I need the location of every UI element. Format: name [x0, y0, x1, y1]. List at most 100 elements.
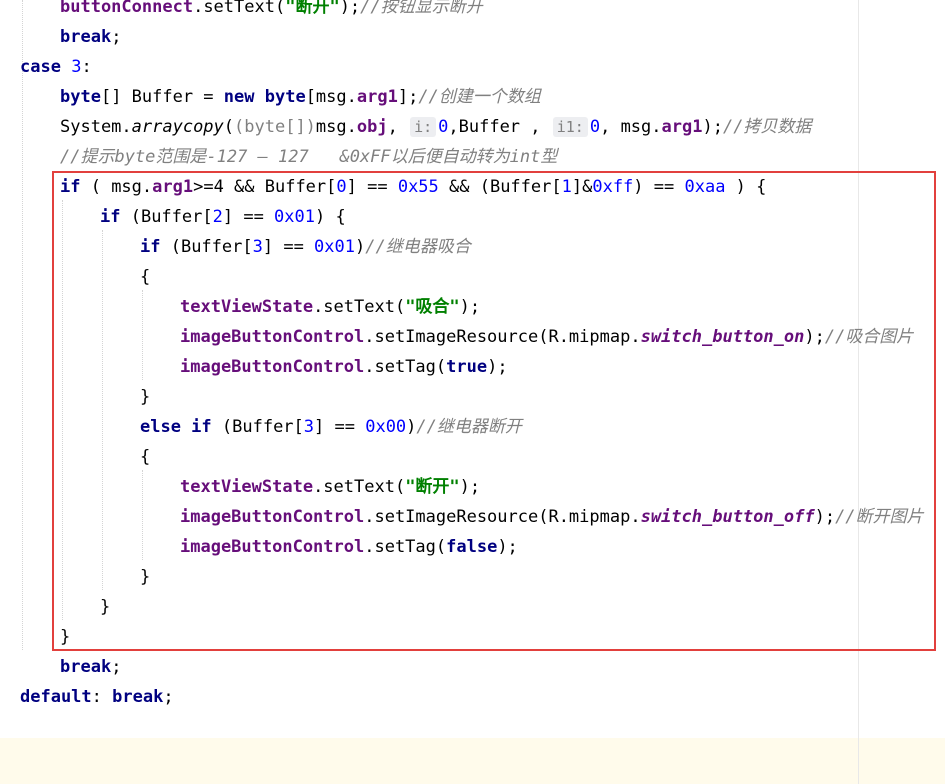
code-line[interactable]: if ( msg. arg1 >=4 && Buffer[0] == 0x55 &&…	[60, 172, 766, 202]
code-token: break	[60, 27, 112, 47]
code-token: ;	[163, 687, 174, 707]
code-token: if	[100, 207, 131, 227]
code-token: 0x00	[365, 417, 407, 437]
code-token: [msg.	[305, 87, 357, 107]
code-token: );	[459, 477, 481, 497]
code-token: );	[339, 0, 361, 17]
code-token: );	[804, 327, 825, 347]
code-line[interactable]: }	[140, 382, 150, 412]
code-token: switch_button_on	[640, 327, 805, 347]
code-token: imageButtonControl	[180, 537, 365, 557]
code-token: ] ==	[314, 417, 366, 437]
code-token: }	[60, 627, 71, 647]
code-token: }	[140, 567, 151, 587]
code-token: .setImageResource(R.mipmap.	[364, 507, 641, 527]
code-line[interactable]: }	[100, 592, 110, 622]
code-token: if	[60, 177, 91, 197]
code-token: }	[140, 387, 151, 407]
parameter-hint: i1:	[552, 117, 588, 137]
code-token: byte	[60, 87, 101, 107]
code-line[interactable]: imageButtonControl .setTag(true);	[180, 352, 508, 382]
code-line[interactable]: case 3:	[20, 52, 92, 82]
code-token: imageButtonControl	[180, 507, 365, 527]
code-line[interactable]: if (Buffer[3] == 0x01)//继电器吸合	[140, 232, 471, 262]
code-line[interactable]: }	[140, 562, 150, 592]
code-token: ,Buffer ,	[448, 117, 551, 137]
code-line[interactable]: textViewState .setText("吸合");	[180, 292, 480, 322]
code-token: && (Buffer[	[438, 177, 562, 197]
code-token: .setText(	[313, 477, 406, 497]
code-token: //创建一个数组	[418, 87, 541, 107]
code-token: ,	[387, 117, 409, 137]
code-token: //继电器吸合	[365, 237, 471, 257]
code-token: "吸合"	[405, 297, 460, 317]
code-token: ] ==	[346, 177, 398, 197]
code-token: //断开图片	[835, 507, 924, 527]
code-token: .setImageResource(R.mipmap.	[364, 327, 641, 347]
code-token: buttonConnect	[60, 0, 194, 17]
indent-guide	[62, 200, 63, 620]
code-token: break	[60, 657, 112, 677]
code-token: switch_button_off	[640, 507, 815, 527]
code-token: (byte[])	[234, 117, 316, 137]
code-token: (Buffer[	[170, 237, 253, 257]
code-token: ]&	[571, 177, 593, 197]
code-line[interactable]: break;	[60, 22, 121, 52]
code-token: 0x01	[274, 207, 315, 227]
code-token: [] Buffer =	[100, 87, 224, 107]
code-token: {	[140, 447, 151, 467]
code-line[interactable]: //提示byte范围是-127 — 127 &0xFF以后便自动转为int型	[60, 142, 557, 172]
code-token: obj	[356, 117, 388, 137]
code-token: ;	[111, 657, 122, 677]
code-token: //吸合图片	[824, 327, 914, 347]
code-token: new	[223, 87, 265, 107]
code-token: arg1	[152, 177, 194, 197]
code-token: (Buffer[	[130, 207, 213, 227]
code-token: , msg.	[600, 117, 662, 137]
code-token: }	[100, 597, 111, 617]
indent-guide	[142, 290, 143, 380]
code-line[interactable]: System. arraycopy((byte[]) msg. obj, i: 0 ,Bu…	[60, 112, 811, 142]
code-line[interactable]: {	[140, 262, 150, 292]
indent-guide	[22, 0, 23, 650]
code-line[interactable]: }	[60, 622, 70, 652]
code-token: msg.	[315, 117, 357, 137]
code-line[interactable]: else if (Buffer[3] == 0x00)//继电器断开	[140, 412, 522, 442]
code-line[interactable]: byte[] Buffer = new byte [msg. arg1];//创建一…	[60, 82, 541, 112]
code-token: .setText(	[313, 297, 406, 317]
code-line[interactable]: if (Buffer[2] == 0x01) {	[100, 202, 346, 232]
code-token: :	[91, 687, 113, 707]
code-token: (Buffer[	[221, 417, 304, 437]
code-token: ];	[397, 87, 419, 107]
code-token: 0	[438, 117, 449, 137]
code-token: arg1	[356, 87, 398, 107]
code-token: ( msg.	[90, 177, 153, 197]
code-line[interactable]: imageButtonControl .setImageResource(R.mi…	[180, 322, 913, 352]
code-line[interactable]: imageButtonControl .setImageResource(R.mi…	[180, 502, 924, 532]
code-token: ) {	[725, 177, 767, 197]
code-token: );	[702, 117, 723, 137]
code-token: //按钮显示断开	[360, 0, 483, 17]
code-token: setText(	[203, 0, 286, 17]
code-token: if	[140, 237, 171, 257]
code-token: "断开"	[285, 0, 340, 17]
code-token: textViewState	[180, 477, 314, 497]
code-token: 1	[561, 177, 572, 197]
code-token: 2	[212, 207, 223, 227]
code-token: );	[459, 297, 481, 317]
code-token: .setTag(	[364, 537, 447, 557]
code-line[interactable]: textViewState .setText("断开");	[180, 472, 480, 502]
code-token: arraycopy	[131, 117, 224, 137]
code-token: 0	[336, 177, 347, 197]
code-token: byte	[264, 87, 306, 107]
code-line[interactable]: break;	[60, 652, 121, 682]
code-token: .	[193, 0, 204, 17]
code-editor[interactable]: buttonConnect. setText("断开");//按钮显示断开 brea…	[0, 0, 945, 784]
code-token: >=4 && Buffer[	[193, 177, 337, 197]
code-line[interactable]: buttonConnect. setText("断开");//按钮显示断开	[60, 0, 483, 22]
code-line[interactable]: {	[140, 442, 150, 472]
code-line[interactable]: imageButtonControl .setTag(false);	[180, 532, 518, 562]
code-line[interactable]: default: break;	[20, 682, 174, 712]
code-token: else if	[140, 417, 222, 437]
code-token: case	[20, 57, 72, 77]
